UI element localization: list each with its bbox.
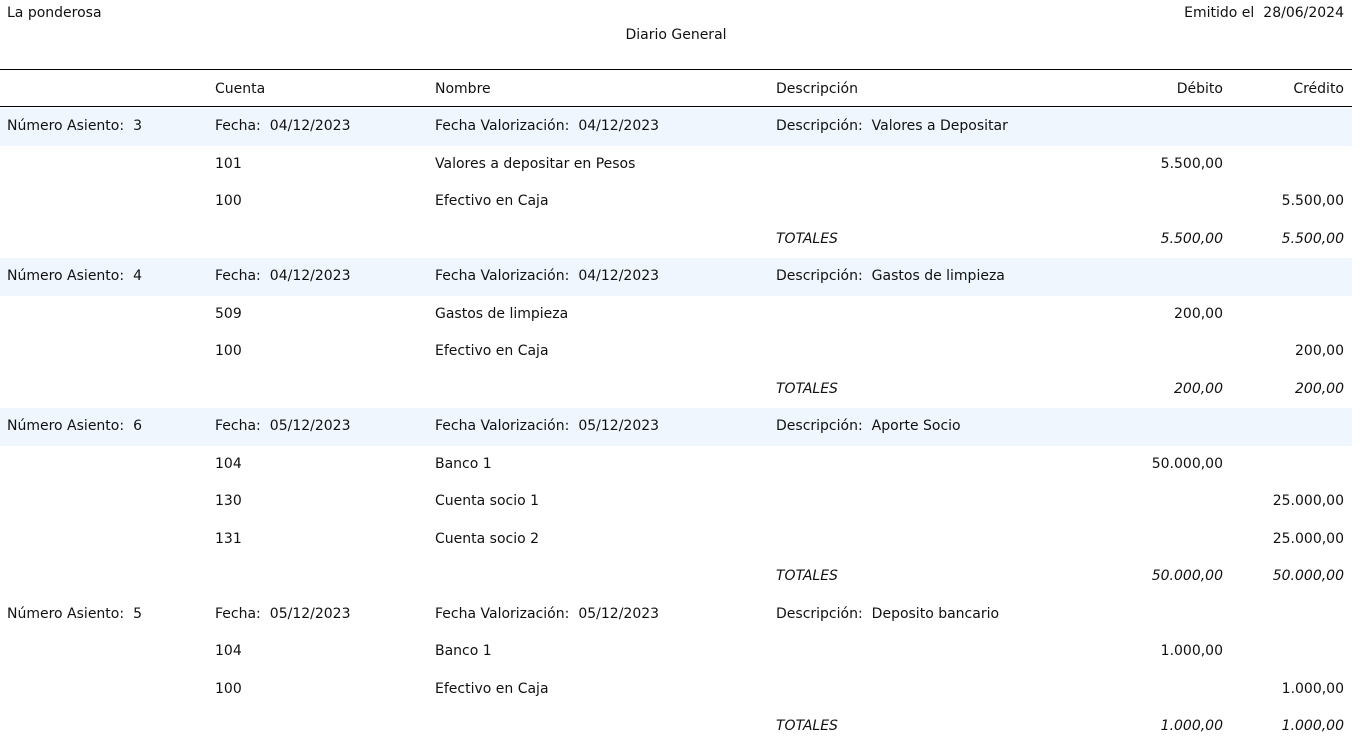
account-name: Gastos de limpieza (435, 305, 569, 322)
column-header-debito: Débito (1176, 81, 1223, 97)
totals-row: TOTALES 200,00 200,00 (0, 371, 1352, 409)
entry-header-row: Número Asiento: 5 Fecha: 05/12/2023 Fecha … (0, 596, 1352, 634)
emitted-date: 28/06/2024 (1263, 5, 1344, 21)
entry-header-row: Número Asiento: 3 Fecha: 04/12/2023 Fecha … (0, 108, 1352, 146)
entry-number: Número Asiento: 4 (7, 268, 143, 284)
totals-label: TOTALES (776, 718, 838, 734)
credit-amount: 25.000,00 (1272, 493, 1344, 509)
account-name: Efectivo en Caja (435, 680, 549, 697)
account-name: Valores a depositar en Pesos (435, 155, 636, 172)
totals-label: TOTALES (776, 380, 838, 397)
account-name: Banco 1 (435, 643, 492, 659)
table-row: 101 Valores a depositar en Pesos 5.500,0… (0, 146, 1352, 184)
account-name: Cuenta socio 1 (435, 493, 540, 509)
debit-amount: 1.000,00 (1160, 643, 1223, 659)
entry-header-row: Número Asiento: 6 Fecha: 05/12/2023 Fecha … (0, 408, 1352, 446)
table-row: 100 Efectivo en Caja 200,00 (0, 333, 1352, 371)
totals-label: TOTALES (776, 230, 838, 247)
entry-date: Fecha: 04/12/2023 (215, 268, 351, 284)
credit-amount: 25.000,00 (1272, 530, 1344, 547)
account-code: 104 (215, 643, 242, 659)
entry-description: Descripción: Valores a Depositar (776, 118, 1008, 134)
column-header-cuenta: Cuenta (215, 81, 266, 97)
entry-number: Número Asiento: 3 (7, 118, 143, 134)
total-debit: 5.500,00 (1160, 230, 1223, 247)
account-name: Efectivo en Caja (435, 343, 549, 359)
entry-description: Descripción: Gastos de limpieza (776, 268, 1005, 284)
entry-value-date: Fecha Valorización: 04/12/2023 (435, 268, 660, 284)
entry-date: Fecha: 05/12/2023 (215, 605, 351, 622)
entry-number: Número Asiento: 5 (7, 605, 143, 622)
emitted-label: Emitido el (1184, 5, 1255, 21)
column-header-descripcion: Descripción (776, 81, 858, 97)
total-debit: 50.000,00 (1151, 568, 1223, 584)
debit-amount: 5.500,00 (1160, 155, 1223, 172)
debit-amount: 50.000,00 (1151, 455, 1223, 472)
account-name: Banco 1 (435, 455, 492, 472)
journal-entries: Número Asiento: 3 Fecha: 04/12/2023 Fecha … (0, 108, 1352, 746)
column-header-credito: Crédito (1293, 81, 1344, 97)
credit-amount: 5.500,00 (1281, 193, 1344, 209)
table-header: Cuenta Nombre Descripción Débito Crédito (0, 69, 1352, 107)
column-header-nombre: Nombre (435, 81, 491, 97)
total-debit: 1.000,00 (1160, 718, 1223, 734)
totals-row: TOTALES 50.000,00 50.000,00 (0, 558, 1352, 596)
account-name: Cuenta socio 2 (435, 530, 540, 547)
entry-value-date: Fecha Valorización: 05/12/2023 (435, 605, 660, 622)
account-code: 100 (215, 680, 242, 697)
credit-amount: 1.000,00 (1281, 680, 1344, 697)
entry-number: Número Asiento: 6 (7, 418, 143, 434)
account-code: 509 (215, 305, 242, 322)
totals-label: TOTALES (776, 568, 838, 584)
account-code: 100 (215, 193, 242, 209)
total-debit: 200,00 (1174, 380, 1223, 397)
credit-amount: 200,00 (1295, 343, 1344, 359)
entry-description: Descripción: Deposito bancario (776, 605, 1000, 622)
total-credit: 200,00 (1295, 380, 1344, 397)
total-credit: 50.000,00 (1272, 568, 1344, 584)
report-title: Diario General (625, 27, 727, 43)
account-name: Efectivo en Caja (435, 193, 549, 209)
account-code: 100 (215, 343, 242, 359)
debit-amount: 200,00 (1174, 305, 1223, 322)
table-row: 130 Cuenta socio 1 25.000,00 (0, 483, 1352, 521)
account-code: 101 (215, 155, 242, 172)
table-row: 131 Cuenta socio 2 25.000,00 (0, 521, 1352, 559)
entry-date: Fecha: 05/12/2023 (215, 418, 351, 434)
account-code: 130 (215, 493, 242, 509)
total-credit: 1.000,00 (1281, 718, 1344, 734)
account-code: 104 (215, 455, 242, 472)
table-row: 100 Efectivo en Caja 1.000,00 (0, 671, 1352, 709)
totals-row: TOTALES 5.500,00 5.500,00 (0, 221, 1352, 259)
total-credit: 5.500,00 (1281, 230, 1344, 247)
entry-value-date: Fecha Valorización: 04/12/2023 (435, 118, 660, 134)
totals-row: TOTALES 1.000,00 1.000,00 (0, 708, 1352, 746)
entry-header-row: Número Asiento: 4 Fecha: 04/12/2023 Fecha … (0, 258, 1352, 296)
table-row: 509 Gastos de limpieza 200,00 (0, 296, 1352, 334)
company-name: La ponderosa (7, 5, 102, 21)
account-code: 131 (215, 530, 242, 547)
emission-date: Emitido el 28/06/2024 (1184, 5, 1344, 21)
entry-value-date: Fecha Valorización: 05/12/2023 (435, 418, 660, 434)
table-row: 104 Banco 1 1.000,00 (0, 633, 1352, 671)
entry-date: Fecha: 04/12/2023 (215, 118, 351, 134)
table-row: 100 Efectivo en Caja 5.500,00 (0, 183, 1352, 221)
table-row: 104 Banco 1 50.000,00 (0, 446, 1352, 484)
entry-description: Descripción: Aporte Socio (776, 418, 961, 434)
